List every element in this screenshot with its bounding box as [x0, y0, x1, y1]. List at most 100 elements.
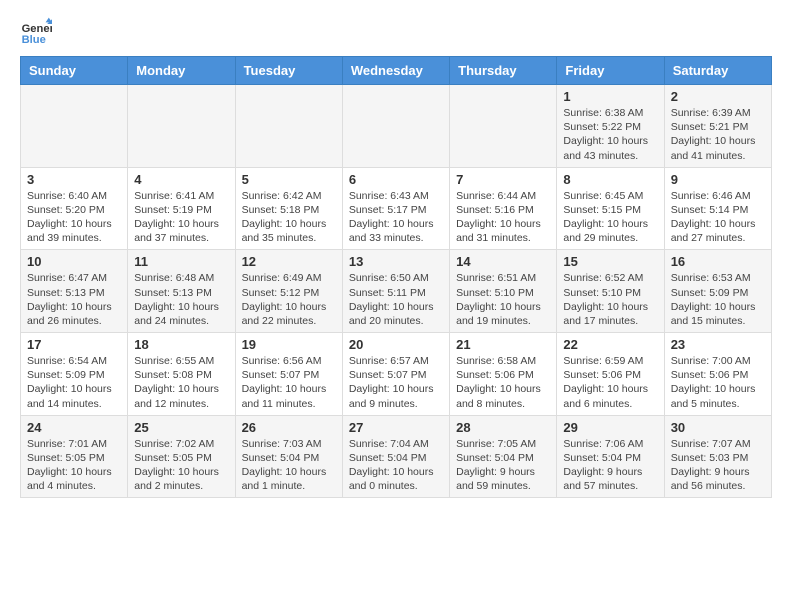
- logo-icon: General Blue: [20, 16, 52, 48]
- svg-text:General: General: [22, 23, 52, 35]
- day-info: Sunrise: 7:05 AM Sunset: 5:04 PM Dayligh…: [456, 437, 550, 494]
- day-info: Sunrise: 7:02 AM Sunset: 5:05 PM Dayligh…: [134, 437, 228, 494]
- calendar-cell: 3 Sunrise: 6:40 AM Sunset: 5:20 PM Daylig…: [21, 167, 128, 250]
- calendar-table: SundayMondayTuesdayWednesdayThursdayFrid…: [20, 56, 772, 498]
- calendar-cell: [235, 85, 342, 168]
- calendar-cell: 11 Sunrise: 6:48 AM Sunset: 5:13 PM Dayli…: [128, 250, 235, 333]
- day-number: 15: [563, 254, 657, 269]
- day-number: 8: [563, 172, 657, 187]
- day-number: 3: [27, 172, 121, 187]
- day-number: 28: [456, 420, 550, 435]
- calendar-cell: 9 Sunrise: 6:46 AM Sunset: 5:14 PM Daylig…: [664, 167, 771, 250]
- weekday-header-thursday: Thursday: [450, 57, 557, 85]
- calendar-container: SundayMondayTuesdayWednesdayThursdayFrid…: [0, 56, 792, 498]
- calendar-cell: 4 Sunrise: 6:41 AM Sunset: 5:19 PM Daylig…: [128, 167, 235, 250]
- day-info: Sunrise: 6:48 AM Sunset: 5:13 PM Dayligh…: [134, 271, 228, 328]
- calendar-cell: [21, 85, 128, 168]
- day-number: 12: [242, 254, 336, 269]
- page-container: General Blue SundayMondayTuesdayWednesda…: [0, 0, 792, 498]
- day-info: Sunrise: 6:38 AM Sunset: 5:22 PM Dayligh…: [563, 106, 657, 163]
- day-number: 17: [27, 337, 121, 352]
- calendar-cell: 19Sunrise: 6:56 AM Sunset: 5:07 PM Dayli…: [235, 333, 342, 416]
- day-number: 1: [563, 89, 657, 104]
- day-number: 13: [349, 254, 443, 269]
- page-header: General Blue: [0, 0, 792, 56]
- calendar-cell: [342, 85, 449, 168]
- day-number: 22: [563, 337, 657, 352]
- weekday-header-tuesday: Tuesday: [235, 57, 342, 85]
- weekday-header-monday: Monday: [128, 57, 235, 85]
- day-info: Sunrise: 6:52 AM Sunset: 5:10 PM Dayligh…: [563, 271, 657, 328]
- day-number: 24: [27, 420, 121, 435]
- day-number: 2: [671, 89, 765, 104]
- calendar-cell: 17 Sunrise: 6:54 AM Sunset: 5:09 PM Dayli…: [21, 333, 128, 416]
- day-info: Sunrise: 6:50 AM Sunset: 5:11 PM Dayligh…: [349, 271, 443, 328]
- calendar-cell: [450, 85, 557, 168]
- calendar-cell: 6 Sunrise: 6:43 AM Sunset: 5:17 PM Daylig…: [342, 167, 449, 250]
- day-info: Sunrise: 6:56 AM Sunset: 5:07 PM Dayligh…: [242, 354, 336, 411]
- day-info: Sunrise: 6:57 AM Sunset: 5:07 PM Dayligh…: [349, 354, 443, 411]
- day-number: 23: [671, 337, 765, 352]
- week-row-3: 17 Sunrise: 6:54 AM Sunset: 5:09 PM Dayli…: [21, 333, 772, 416]
- day-info: Sunrise: 6:55 AM Sunset: 5:08 PM Dayligh…: [134, 354, 228, 411]
- day-number: 25: [134, 420, 228, 435]
- weekday-header-wednesday: Wednesday: [342, 57, 449, 85]
- day-info: Sunrise: 6:49 AM Sunset: 5:12 PM Dayligh…: [242, 271, 336, 328]
- day-info: Sunrise: 7:03 AM Sunset: 5:04 PM Dayligh…: [242, 437, 336, 494]
- calendar-cell: 21Sunrise: 6:58 AM Sunset: 5:06 PM Dayli…: [450, 333, 557, 416]
- calendar-cell: 10 Sunrise: 6:47 AM Sunset: 5:13 PM Dayli…: [21, 250, 128, 333]
- day-number: 30: [671, 420, 765, 435]
- day-number: 20: [349, 337, 443, 352]
- day-number: 5: [242, 172, 336, 187]
- calendar-cell: 8 Sunrise: 6:45 AM Sunset: 5:15 PM Daylig…: [557, 167, 664, 250]
- weekday-header-row: SundayMondayTuesdayWednesdayThursdayFrid…: [21, 57, 772, 85]
- weekday-header-friday: Friday: [557, 57, 664, 85]
- calendar-cell: 12 Sunrise: 6:49 AM Sunset: 5:12 PM Dayli…: [235, 250, 342, 333]
- week-row-2: 10 Sunrise: 6:47 AM Sunset: 5:13 PM Dayli…: [21, 250, 772, 333]
- day-number: 29: [563, 420, 657, 435]
- day-info: Sunrise: 7:04 AM Sunset: 5:04 PM Dayligh…: [349, 437, 443, 494]
- day-number: 11: [134, 254, 228, 269]
- calendar-cell: 27 Sunrise: 7:04 AM Sunset: 5:04 PM Dayli…: [342, 415, 449, 498]
- day-number: 4: [134, 172, 228, 187]
- weekday-header-sunday: Sunday: [21, 57, 128, 85]
- svg-text:Blue: Blue: [22, 34, 46, 46]
- day-number: 14: [456, 254, 550, 269]
- calendar-cell: 18Sunrise: 6:55 AM Sunset: 5:08 PM Dayli…: [128, 333, 235, 416]
- day-info: Sunrise: 6:51 AM Sunset: 5:10 PM Dayligh…: [456, 271, 550, 328]
- weekday-header-saturday: Saturday: [664, 57, 771, 85]
- calendar-cell: 5Sunrise: 6:42 AM Sunset: 5:18 PM Daylig…: [235, 167, 342, 250]
- calendar-cell: 7Sunrise: 6:44 AM Sunset: 5:16 PM Daylig…: [450, 167, 557, 250]
- calendar-cell: 15 Sunrise: 6:52 AM Sunset: 5:10 PM Dayli…: [557, 250, 664, 333]
- day-info: Sunrise: 6:45 AM Sunset: 5:15 PM Dayligh…: [563, 189, 657, 246]
- calendar-cell: 29 Sunrise: 7:06 AM Sunset: 5:04 PM Dayli…: [557, 415, 664, 498]
- day-number: 10: [27, 254, 121, 269]
- calendar-cell: 24 Sunrise: 7:01 AM Sunset: 5:05 PM Dayli…: [21, 415, 128, 498]
- day-info: Sunrise: 6:46 AM Sunset: 5:14 PM Dayligh…: [671, 189, 765, 246]
- day-info: Sunrise: 7:06 AM Sunset: 5:04 PM Dayligh…: [563, 437, 657, 494]
- day-info: Sunrise: 6:39 AM Sunset: 5:21 PM Dayligh…: [671, 106, 765, 163]
- calendar-cell: 13 Sunrise: 6:50 AM Sunset: 5:11 PM Dayli…: [342, 250, 449, 333]
- day-info: Sunrise: 6:40 AM Sunset: 5:20 PM Dayligh…: [27, 189, 121, 246]
- calendar-cell: 2 Sunrise: 6:39 AM Sunset: 5:21 PM Daylig…: [664, 85, 771, 168]
- logo: General Blue: [20, 16, 56, 48]
- calendar-cell: 20 Sunrise: 6:57 AM Sunset: 5:07 PM Dayli…: [342, 333, 449, 416]
- calendar-cell: 25 Sunrise: 7:02 AM Sunset: 5:05 PM Dayli…: [128, 415, 235, 498]
- day-info: Sunrise: 6:47 AM Sunset: 5:13 PM Dayligh…: [27, 271, 121, 328]
- calendar-cell: 28 Sunrise: 7:05 AM Sunset: 5:04 PM Dayli…: [450, 415, 557, 498]
- day-info: Sunrise: 6:41 AM Sunset: 5:19 PM Dayligh…: [134, 189, 228, 246]
- day-info: Sunrise: 6:59 AM Sunset: 5:06 PM Dayligh…: [563, 354, 657, 411]
- day-number: 7: [456, 172, 550, 187]
- day-info: Sunrise: 7:00 AM Sunset: 5:06 PM Dayligh…: [671, 354, 765, 411]
- day-number: 27: [349, 420, 443, 435]
- calendar-cell: 16Sunrise: 6:53 AM Sunset: 5:09 PM Dayli…: [664, 250, 771, 333]
- calendar-cell: 14 Sunrise: 6:51 AM Sunset: 5:10 PM Dayli…: [450, 250, 557, 333]
- day-info: Sunrise: 6:54 AM Sunset: 5:09 PM Dayligh…: [27, 354, 121, 411]
- day-info: Sunrise: 6:43 AM Sunset: 5:17 PM Dayligh…: [349, 189, 443, 246]
- day-number: 9: [671, 172, 765, 187]
- day-number: 6: [349, 172, 443, 187]
- day-info: Sunrise: 7:01 AM Sunset: 5:05 PM Dayligh…: [27, 437, 121, 494]
- week-row-1: 3 Sunrise: 6:40 AM Sunset: 5:20 PM Daylig…: [21, 167, 772, 250]
- calendar-cell: 22 Sunrise: 6:59 AM Sunset: 5:06 PM Dayli…: [557, 333, 664, 416]
- calendar-cell: 1 Sunrise: 6:38 AM Sunset: 5:22 PM Daylig…: [557, 85, 664, 168]
